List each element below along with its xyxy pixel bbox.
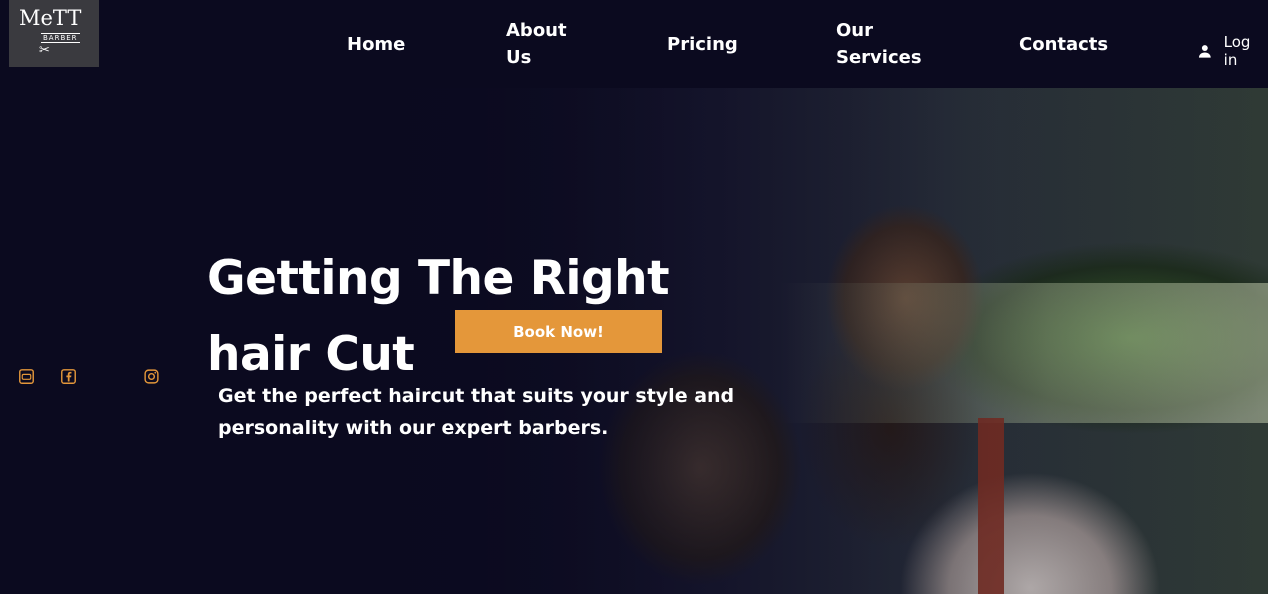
scissors-icon: ✂: [39, 43, 50, 58]
logo-wordmark: MeTT: [19, 6, 82, 30]
nav-services[interactable]: Our Services: [836, 17, 936, 71]
hero-subtitle: Get the perfect haircut that suits your …: [218, 385, 735, 439]
facebook-icon[interactable]: [60, 368, 77, 385]
nav-home[interactable]: Home: [347, 31, 405, 58]
logo[interactable]: MeTT BARBER ✂: [9, 0, 99, 67]
book-now-button[interactable]: Book Now!: [455, 310, 662, 353]
nav-pricing[interactable]: Pricing: [667, 31, 738, 58]
login-label: Log in: [1223, 33, 1251, 69]
hero-section: Getting The Right hair Cut Book Now! Get…: [0, 88, 1268, 594]
user-icon: [1198, 45, 1211, 58]
youtube-icon[interactable]: [18, 368, 35, 385]
login-button[interactable]: Log in: [1196, 33, 1268, 69]
instagram-icon[interactable]: [143, 368, 160, 385]
nav-contacts[interactable]: Contacts: [1019, 31, 1108, 58]
nav-about[interactable]: About Us: [506, 17, 586, 71]
logo-subtitle: BARBER: [41, 33, 80, 43]
site-header: MeTT BARBER ✂ Home About Us Pricing Our …: [0, 0, 1268, 88]
